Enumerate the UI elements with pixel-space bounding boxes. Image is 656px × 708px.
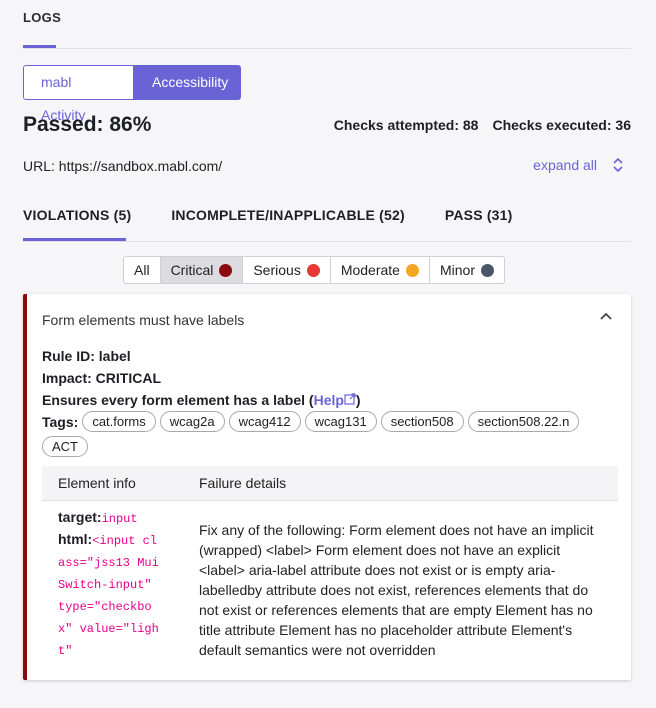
details-table-header: Element info Failure details <box>42 466 618 501</box>
tag-chip: wcag412 <box>228 411 301 432</box>
tag-chip: wcag2a <box>159 411 225 432</box>
tabs-divider <box>23 241 631 242</box>
expand-all-button[interactable]: expand all <box>533 157 623 173</box>
tab-logs[interactable]: LOGS <box>23 10 61 25</box>
help-link[interactable]: Help <box>314 392 356 408</box>
minor-dot-icon <box>480 263 494 277</box>
tab-incomplete[interactable]: INCOMPLETE/INAPPLICABLE (52) <box>171 207 405 223</box>
tab-violations[interactable]: VIOLATIONS (5) <box>23 207 131 223</box>
filter-serious[interactable]: Serious <box>243 257 331 283</box>
tags-label: Tags: <box>42 413 79 430</box>
impact: Impact: CRITICAL <box>42 370 161 386</box>
target-label: target: <box>58 509 102 525</box>
tag-chip: section508 <box>380 411 464 432</box>
header-divider <box>23 48 631 49</box>
column-failure-details: Failure details <box>199 475 287 491</box>
passed-percentage: Passed: 86% <box>23 113 152 136</box>
help-label: Help <box>313 392 344 408</box>
filter-label: Serious <box>253 262 301 278</box>
tag-chip: section508.22.n <box>467 411 580 432</box>
tags-row: Tags: cat.forms wcag2a wcag412 wcag131 s… <box>42 411 621 457</box>
severity-filter: All Critical Serious Moderate Minor <box>123 256 505 284</box>
failure-details-cell: Fix any of the following: Form element d… <box>199 522 594 658</box>
tag-chip: wcag131 <box>304 411 377 432</box>
tag-chip: cat.forms <box>82 411 156 432</box>
filter-label: Moderate <box>340 262 400 278</box>
description-text: Ensures every form element has a label ( <box>42 392 314 408</box>
filter-minor[interactable]: Minor <box>430 257 504 283</box>
serious-dot-icon <box>306 263 320 277</box>
filter-label: Minor <box>439 262 475 278</box>
rule-id: Rule ID: label <box>42 348 131 364</box>
expand-all-label: expand all <box>533 157 597 173</box>
page-url: URL: https://sandbox.mabl.com/ <box>23 158 223 174</box>
html-value: <input class="jss13 MuiSwitch-input" typ… <box>58 534 159 658</box>
critical-dot-icon <box>219 263 233 277</box>
results-tabs: VIOLATIONS (5) INCOMPLETE/INAPPLICABLE (… <box>23 207 553 223</box>
tab-pass[interactable]: PASS (31) <box>445 207 513 223</box>
target-value: input <box>101 512 138 526</box>
external-link-icon <box>344 393 356 405</box>
tag-chip: ACT <box>42 436 88 457</box>
rule-description: Ensures every form element has a label (… <box>42 392 361 408</box>
filter-critical[interactable]: Critical <box>160 257 244 283</box>
chevron-up-icon[interactable] <box>599 310 613 324</box>
filter-all[interactable]: All <box>124 257 161 283</box>
moderate-dot-icon <box>405 263 419 277</box>
column-element-info: Element info <box>58 475 136 491</box>
checks-summary: Checks attempted: 88 Checks executed: 36 <box>334 117 631 133</box>
description-end: ) <box>355 392 361 408</box>
checks-executed: Checks executed: 36 <box>492 117 631 133</box>
filter-label: Critical <box>170 262 214 278</box>
checks-attempted: Checks attempted: 88 <box>333 117 479 133</box>
violation-title[interactable]: Form elements must have labels <box>42 312 244 328</box>
accessibility-button[interactable]: Accessibility <box>134 65 241 100</box>
filter-moderate[interactable]: Moderate <box>331 257 430 283</box>
mabl-activity-button[interactable]: mabl Activity <box>23 65 134 123</box>
unfold-icon <box>613 157 623 173</box>
view-toggle: mabl Activity Accessibility <box>23 65 241 123</box>
violation-card: Form elements must have labels Rule ID: … <box>23 294 631 680</box>
html-label: html: <box>58 531 93 547</box>
filter-label: All <box>134 262 150 278</box>
element-info-cell: target:input html:<input class="jss13 Mu… <box>58 507 163 661</box>
